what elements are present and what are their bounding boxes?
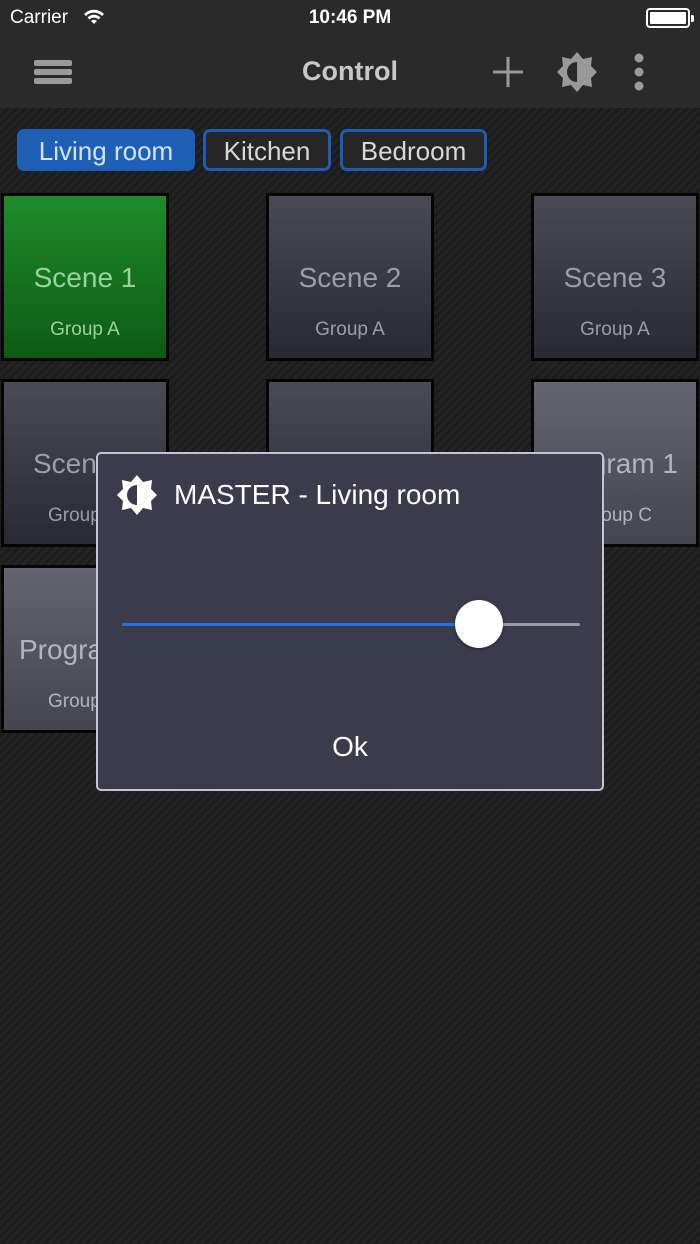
more-options-button[interactable] — [620, 36, 658, 108]
plus-icon — [493, 57, 523, 87]
tile-name: Scene 3 — [563, 262, 667, 293]
tile-group: Group A — [580, 319, 650, 340]
master-dimmer-dialog: MASTER - Living room Ok — [96, 452, 604, 791]
tab-kitchen[interactable]: Kitchen — [203, 129, 331, 171]
slider-fill — [122, 623, 480, 626]
tile-group: Group A — [50, 319, 120, 340]
dialog-title: MASTER - Living room — [174, 479, 461, 510]
brightness-button[interactable] — [548, 36, 606, 108]
scene-tile[interactable]: Scene 1 Group A — [1, 193, 169, 361]
tile-name: Scene 2 — [298, 262, 402, 293]
scene-tile[interactable]: Scene 2 Group A — [266, 193, 434, 361]
brightness-icon — [557, 52, 597, 92]
battery-icon — [646, 8, 694, 28]
navigation-bar: Control — [0, 36, 700, 108]
tab-bedroom[interactable]: Bedroom — [340, 129, 487, 171]
add-button[interactable] — [484, 36, 532, 108]
brightness-slider[interactable] — [122, 599, 580, 649]
clock: 10:46 PM — [308, 7, 392, 28]
slider-thumb[interactable] — [455, 600, 504, 648]
ok-button[interactable]: Ok — [98, 722, 602, 772]
brightness-icon — [117, 475, 157, 515]
status-bar: Carrier 10:46 PM — [0, 0, 700, 36]
tile-name: Scene 1 — [33, 262, 137, 293]
tile-group: Group A — [315, 319, 385, 340]
more-vertical-icon — [634, 53, 644, 91]
scene-tile[interactable]: Scene 3 Group A — [531, 193, 699, 361]
tab-living-room[interactable]: Living room — [17, 129, 195, 171]
